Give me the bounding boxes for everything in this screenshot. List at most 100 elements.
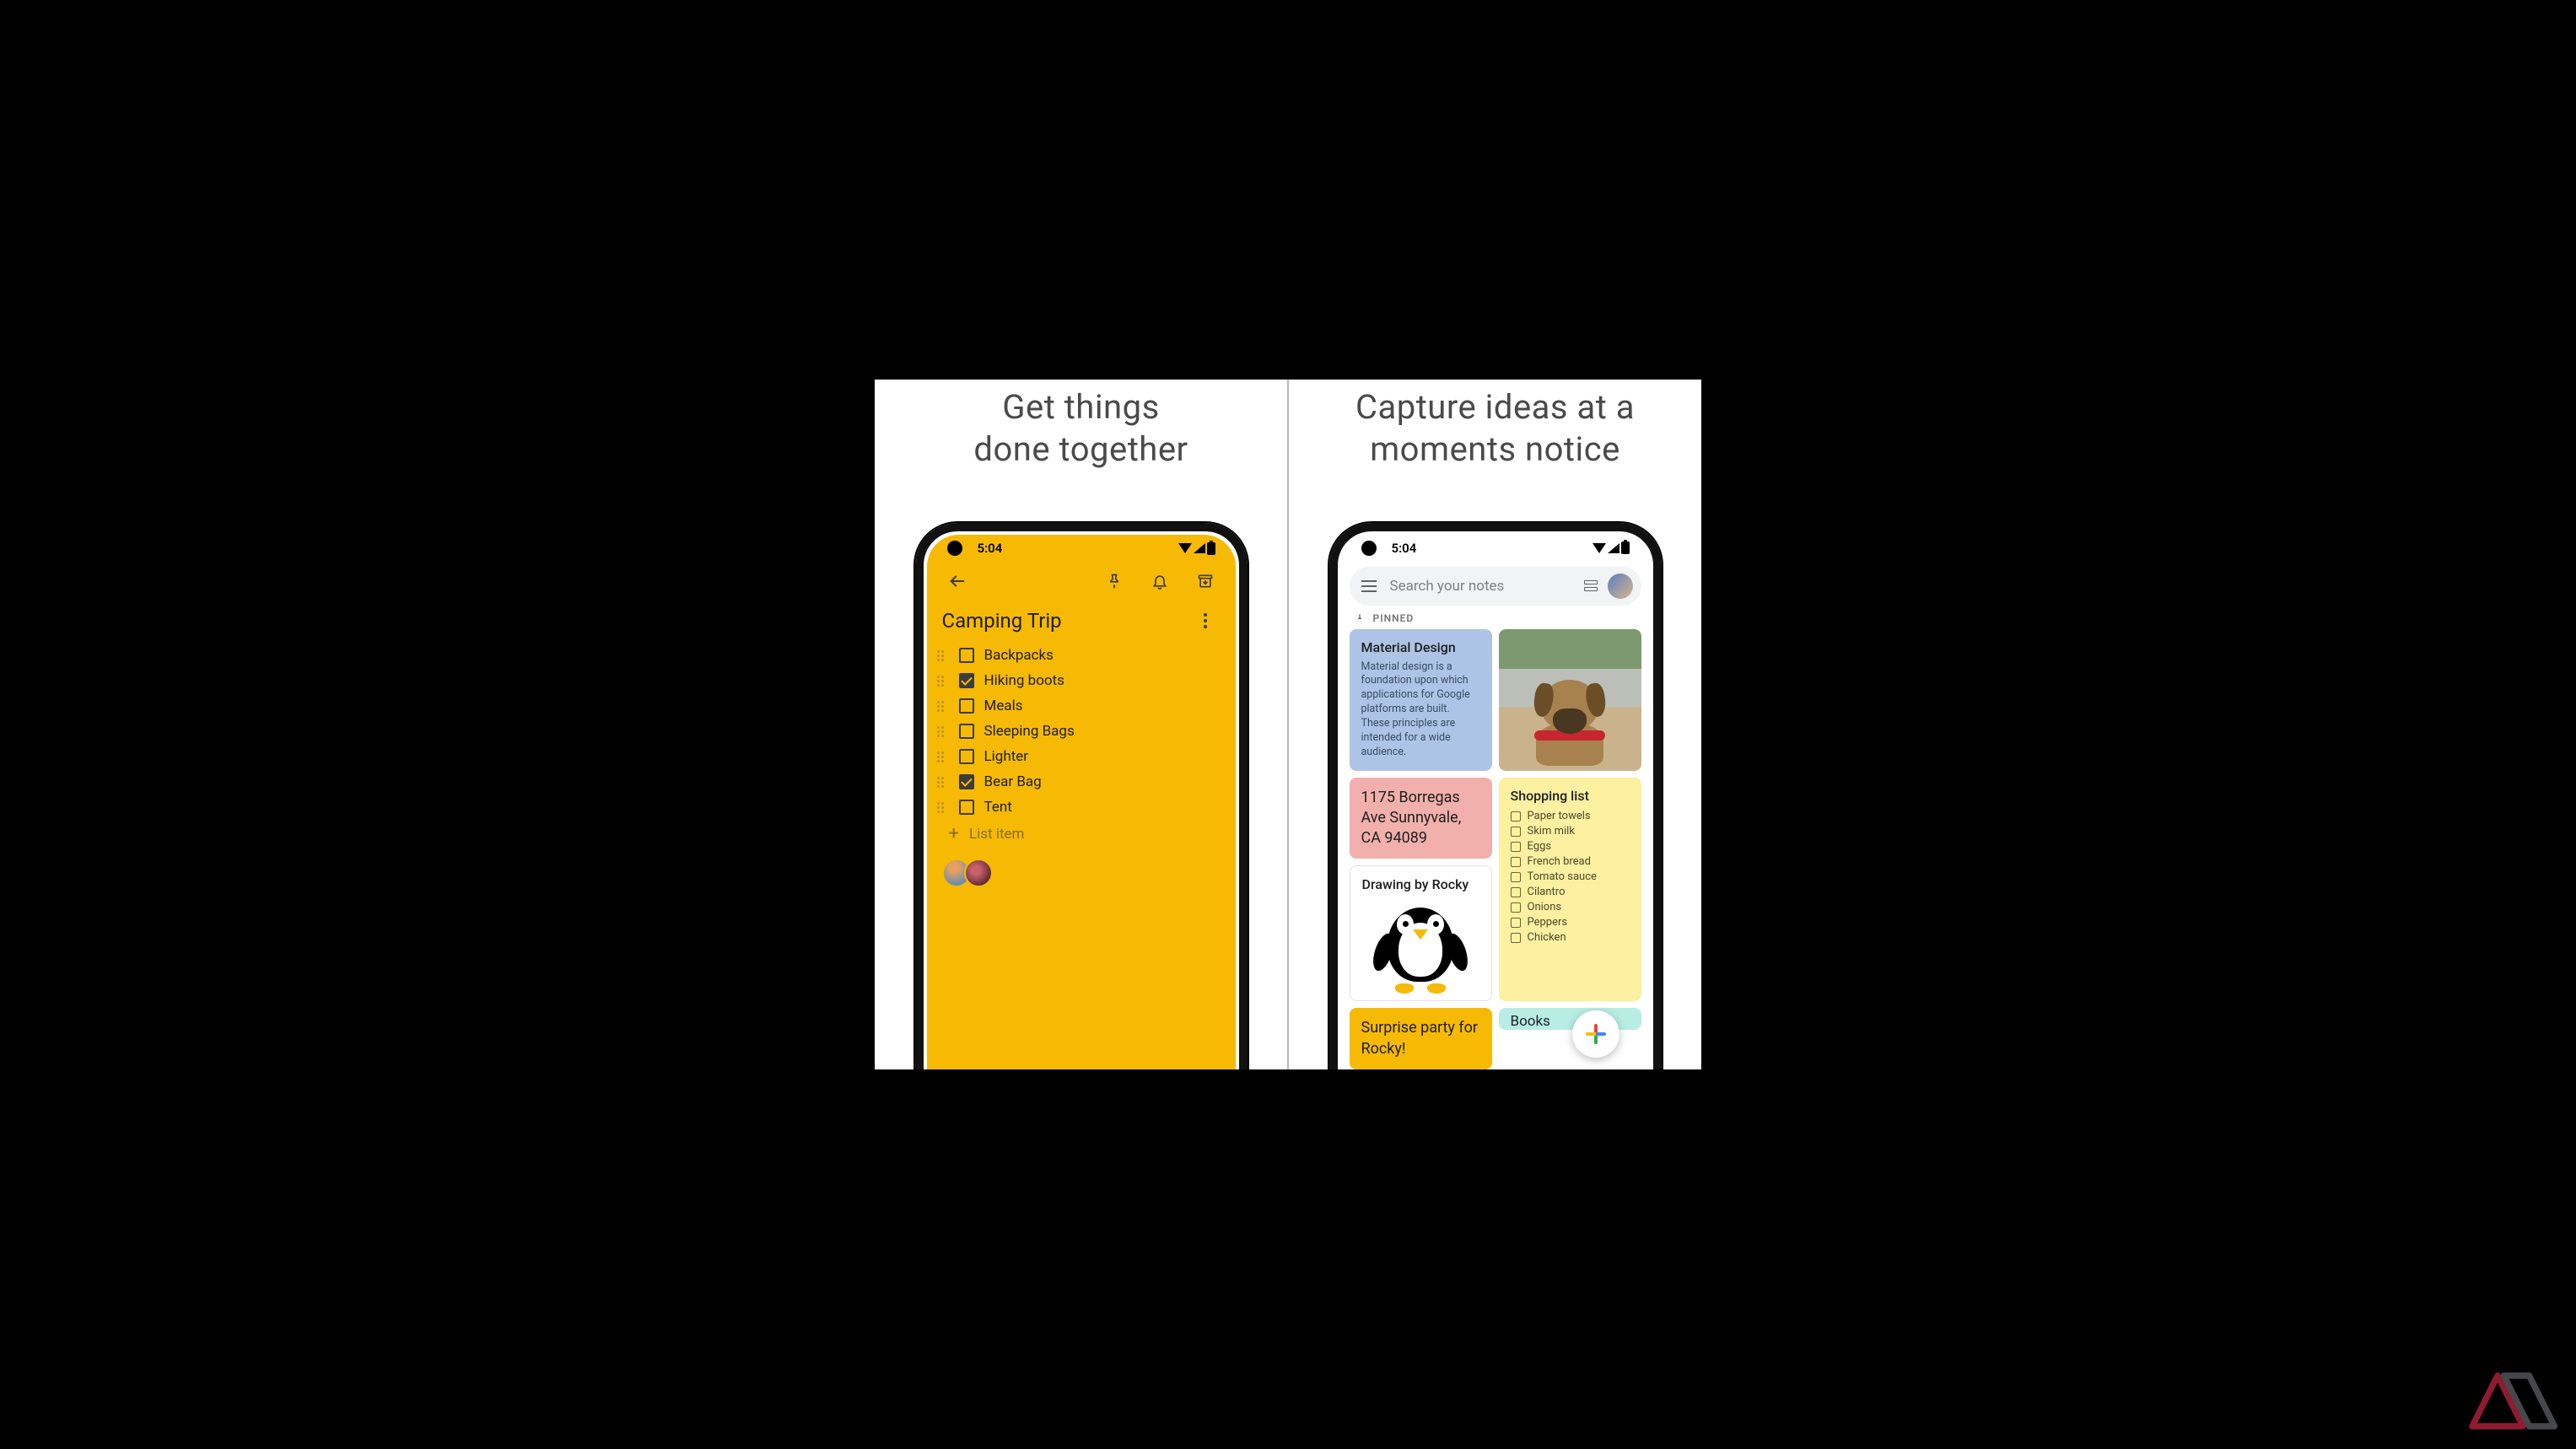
checkbox[interactable] [959, 698, 974, 714]
shopping-item[interactable]: Paper towels [1511, 809, 1630, 824]
shopping-item[interactable]: French bread [1511, 854, 1630, 870]
plus-icon: + [949, 825, 959, 843]
checklist-item-label: Backpacks [984, 647, 1054, 664]
search-bar[interactable]: Search your notes [1350, 567, 1641, 606]
add-list-item[interactable]: + List item [927, 820, 1236, 848]
shopping-item[interactable]: Eggs [1511, 839, 1630, 854]
note-toolbar [927, 562, 1236, 601]
menu-icon[interactable] [1358, 577, 1380, 595]
signal-icon [1608, 543, 1619, 553]
checklist-item[interactable]: Lighter [937, 744, 1224, 769]
drag-handle-icon[interactable] [937, 701, 949, 712]
checkbox[interactable] [1511, 872, 1521, 882]
pin-icon[interactable] [1099, 566, 1129, 596]
note-title[interactable]: Camping Trip [942, 609, 1062, 633]
new-note-fab[interactable] [1572, 1010, 1619, 1058]
note-card-material[interactable]: Material Design Material design is a fou… [1350, 629, 1492, 771]
androidpolice-logo [2434, 1363, 2561, 1439]
promo-stage: Get things done together 5:04 [875, 380, 1701, 1069]
search-placeholder: Search your notes [1390, 578, 1574, 595]
shopping-item[interactable]: Skim milk [1511, 824, 1630, 839]
note-card-address[interactable]: 1175 Borregas Ave Sunnyvale, CA 94089 [1350, 778, 1492, 859]
drag-handle-icon[interactable] [937, 676, 949, 687]
plus-icon [1586, 1024, 1606, 1044]
phone-right: 5:04 Search your notes [1329, 523, 1662, 1069]
card-body: 1175 Borregas Ave Sunnyvale, CA 94089 [1361, 789, 1462, 848]
checkbox[interactable] [1511, 918, 1521, 928]
note-card-books-partial[interactable]: Books [1499, 1008, 1641, 1030]
checkbox[interactable] [959, 724, 974, 739]
note-title-row: Camping Trip [927, 601, 1236, 641]
drag-handle-icon[interactable] [937, 726, 949, 737]
back-button[interactable] [942, 566, 973, 596]
checkbox[interactable] [1511, 887, 1521, 897]
pin-icon [1355, 613, 1365, 623]
shopping-item-label: French bread [1528, 855, 1591, 868]
collaborators [927, 848, 1236, 897]
note-card-drawing[interactable]: Drawing by Rocky [1350, 865, 1492, 1001]
shopping-item-label: Tomato sauce [1528, 870, 1597, 883]
checkbox[interactable] [1511, 933, 1521, 943]
dog-photo [1499, 629, 1641, 771]
wifi-icon [1178, 543, 1192, 553]
checkbox[interactable] [959, 648, 974, 663]
wifi-icon [1592, 543, 1606, 553]
checklist-item[interactable]: Sleeping Bags [937, 719, 1224, 744]
checkbox[interactable] [1511, 811, 1521, 821]
shopping-item[interactable]: Onions [1511, 900, 1630, 915]
checklist-item-label: Sleeping Bags [984, 723, 1075, 740]
shopping-item-label: Cilantro [1528, 886, 1566, 898]
shopping-item[interactable]: Peppers [1511, 915, 1630, 930]
pinned-section-label: PINNED [1341, 612, 1650, 629]
checkbox[interactable] [959, 749, 974, 764]
checkbox[interactable] [1511, 842, 1521, 852]
more-icon[interactable] [1190, 606, 1221, 636]
card-title: Material Design [1361, 639, 1480, 655]
account-avatar[interactable] [1608, 574, 1633, 599]
reminder-icon[interactable] [1145, 566, 1175, 596]
panel-left: Get things done together 5:04 [875, 380, 1287, 1069]
keep-note-screen: 5:04 [927, 535, 1236, 1069]
shopping-item-label: Eggs [1528, 840, 1552, 853]
drag-handle-icon[interactable] [937, 777, 949, 788]
shopping-item[interactable]: Chicken [1511, 930, 1630, 945]
checkbox[interactable] [959, 673, 974, 688]
checkbox[interactable] [1511, 827, 1521, 837]
card-title: Drawing by Rocky [1362, 876, 1479, 892]
drag-handle-icon[interactable] [937, 650, 949, 661]
avatar[interactable] [964, 859, 993, 887]
checklist-item[interactable]: Meals [937, 693, 1224, 719]
checklist-item[interactable]: Hiking boots [937, 668, 1224, 693]
shopping-item[interactable]: Tomato sauce [1511, 870, 1630, 885]
view-toggle-icon[interactable] [1584, 580, 1598, 591]
card-title: Books [1511, 1013, 1550, 1030]
note-card-shopping[interactable]: Shopping list Paper towelsSkim milkEggsF… [1499, 778, 1641, 1002]
checklist-item[interactable]: Backpacks [937, 643, 1224, 668]
checkbox[interactable] [959, 774, 974, 789]
note-card-surprise[interactable]: Surprise party for Rocky! [1350, 1008, 1492, 1069]
checklist-item[interactable]: Tent [937, 795, 1224, 820]
status-time: 5:04 [978, 541, 1003, 556]
headline-right: Capture ideas at a moments notice [1355, 386, 1635, 471]
checklist-item-label: Bear Bag [984, 773, 1042, 790]
front-camera [1361, 541, 1377, 556]
checklist-item[interactable]: Bear Bag [937, 769, 1224, 795]
shopping-item-label: Skim milk [1528, 825, 1575, 838]
archive-icon[interactable] [1190, 566, 1221, 596]
checkbox[interactable] [959, 800, 974, 815]
checkbox[interactable] [1511, 857, 1521, 867]
add-item-placeholder: List item [969, 826, 1024, 843]
status-time: 5:04 [1392, 541, 1417, 556]
shopping-item[interactable]: Cilantro [1511, 885, 1630, 900]
checklist-item-label: Tent [984, 799, 1012, 816]
drag-handle-icon[interactable] [937, 751, 949, 762]
panel-right: Capture ideas at a moments notice 5:04 [1289, 380, 1701, 1069]
battery-icon [1621, 541, 1630, 554]
shopping-item-label: Chicken [1528, 931, 1566, 944]
checklist-item-label: Hiking boots [984, 672, 1064, 689]
checkbox[interactable] [1511, 902, 1521, 913]
shopping-list: Paper towelsSkim milk Eggs French bread Tom… [1511, 809, 1630, 945]
note-card-image[interactable] [1499, 629, 1641, 771]
drag-handle-icon[interactable] [937, 802, 949, 813]
shopping-item-label: Onions [1528, 901, 1562, 913]
